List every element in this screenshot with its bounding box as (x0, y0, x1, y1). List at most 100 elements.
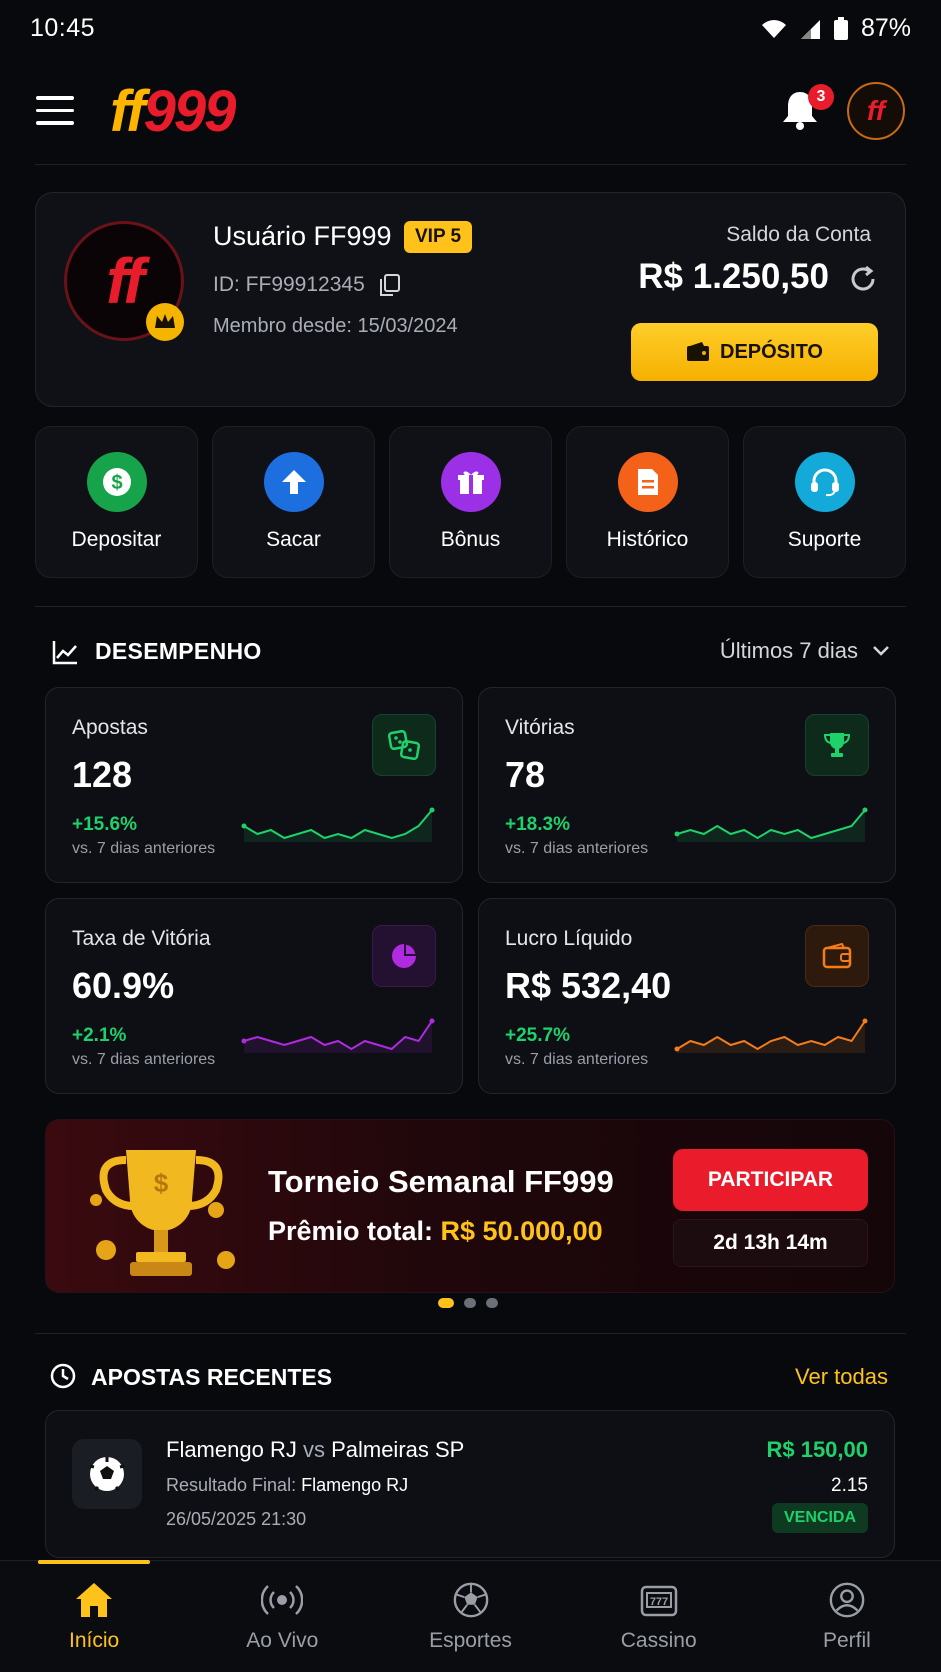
deposit-button-label: DEPÓSITO (720, 340, 823, 363)
deposit-button[interactable]: DEPÓSITO (631, 323, 878, 381)
username: Usuário FF999 (213, 221, 392, 251)
action-label: Sacar (266, 528, 321, 551)
gift-icon (440, 452, 501, 512)
performance-title: DESEMPENHO (95, 638, 262, 664)
headset-icon (794, 452, 855, 512)
clock-icon (50, 1363, 76, 1389)
carousel-dot[interactable] (438, 1298, 454, 1308)
battery-icon (833, 16, 848, 40)
section-divider (35, 1333, 906, 1334)
live-broadcast-icon (261, 1585, 304, 1615)
menu-icon[interactable] (36, 96, 74, 126)
tournament-prize: Prêmio total: R$ 50.000,00 (268, 1216, 603, 1247)
member-since: Membro desde: 15/03/2024 (213, 315, 458, 337)
bet-match: Flamengo RJ vs Palmeiras SP (166, 1437, 464, 1463)
team-home: Flamengo RJ (166, 1437, 297, 1462)
see-all-link[interactable]: Ver todas (795, 1364, 888, 1390)
nav-ao-vivo[interactable]: Ao Vivo (188, 1561, 376, 1672)
stat-card-taxa-vitoria[interactable]: Taxa de Vitória 60.9% +2.1% vs. 7 dias a… (45, 898, 463, 1094)
carousel-dot[interactable] (464, 1298, 476, 1308)
nav-perfil[interactable]: Perfil (753, 1561, 941, 1672)
status-icons: 87% (761, 14, 911, 43)
action-bonus[interactable]: Bônus (389, 426, 552, 578)
result-label: Resultado Final: (166, 1475, 302, 1495)
svg-text:$: $ (154, 1168, 169, 1198)
user-icon (829, 1582, 865, 1618)
nav-label: Início (69, 1629, 120, 1652)
bottom-navigation: Início Ao Vivo Esportes 777 Cassino Perf… (0, 1560, 941, 1672)
sparkline-point (862, 1018, 868, 1024)
action-label: Depositar (71, 528, 162, 551)
stat-card-apostas[interactable]: Apostas 128 +15.6% vs. 7 dias anteriores (45, 687, 463, 883)
slot-machine-icon: 777 (640, 1585, 677, 1617)
brand-logo[interactable]: ff999 (110, 78, 237, 145)
action-label: Bônus (440, 528, 501, 551)
svg-text:$: $ (111, 472, 122, 494)
stat-sparkline (674, 807, 868, 842)
nav-inicio[interactable]: Início (0, 1560, 188, 1672)
logo-ff: ff (110, 79, 146, 144)
nav-esportes[interactable]: Esportes (376, 1561, 564, 1672)
result-value: Flamengo RJ (301, 1475, 409, 1495)
nav-label: Perfil (822, 1629, 871, 1652)
balance-value: R$ 1.250,50 (638, 257, 829, 296)
stat-name: Taxa de Vitória (72, 927, 211, 950)
bet-status-badge: VENCIDA (771, 1503, 868, 1533)
logo-number: 999 (143, 79, 237, 144)
action-historico[interactable]: Histórico (566, 426, 729, 578)
status-time: 10:45 (30, 14, 96, 42)
participate-button[interactable]: PARTICIPAR (673, 1149, 868, 1211)
sparkline-area (244, 810, 432, 842)
pie-chart-icon (372, 925, 436, 987)
document-icon (617, 452, 678, 512)
action-label: Histórico (606, 528, 689, 551)
balance-label: Saldo da Conta (726, 223, 871, 246)
sparkline-point (241, 1038, 247, 1044)
stat-card-vitorias[interactable]: Vitórias 78 +18.3% vs. 7 dias anteriores (478, 687, 896, 883)
bet-item[interactable]: Flamengo RJ vs Palmeiras SP Resultado Fi… (45, 1410, 895, 1558)
profile-card: ff Usuário FF999 VIP 5 ID: FF99912345 Me… (35, 192, 906, 407)
user-avatar[interactable]: ff (847, 82, 905, 140)
profile-avatar-text: ff (106, 245, 145, 317)
period-selector-value: Últimos 7 dias (719, 638, 858, 663)
sparkline-point (674, 831, 680, 837)
trophy-icon (805, 714, 869, 776)
refresh-icon[interactable] (847, 263, 879, 295)
nav-label: Cassino (620, 1629, 697, 1652)
signal-icon (800, 19, 820, 39)
wallet-icon (805, 925, 869, 987)
stat-value: 78 (505, 754, 546, 795)
stat-compare: vs. 7 dias anteriores (505, 840, 649, 857)
soccer-ball-icon (72, 1439, 142, 1509)
stat-compare: vs. 7 dias anteriores (72, 840, 216, 857)
recent-bets-title: APOSTAS RECENTES (91, 1364, 333, 1390)
action-label: Suporte (787, 528, 862, 551)
notifications-button[interactable]: 3 (780, 84, 834, 134)
stat-compare: vs. 7 dias anteriores (72, 1051, 216, 1068)
action-depositar[interactable]: $ Depositar (35, 426, 198, 578)
carousel-dot[interactable] (486, 1298, 498, 1308)
stat-sparkline (241, 1018, 435, 1053)
tournament-banner[interactable]: $ Torneio Semanal FF999 Prêmio total: R$… (45, 1119, 895, 1293)
action-suporte[interactable]: Suporte (743, 426, 906, 578)
wifi-icon (761, 19, 786, 38)
tournament-title: Torneio Semanal FF999 (268, 1164, 614, 1199)
sparkline-point (674, 1046, 680, 1052)
copy-icon[interactable] (379, 273, 401, 297)
stat-card-lucro-liquido[interactable]: Lucro Líquido R$ 532,40 +25.7% vs. 7 dia… (478, 898, 896, 1094)
dice-icon (372, 714, 436, 776)
app-header: ff999 3 ff (0, 74, 941, 164)
recent-bets-header: APOSTAS RECENTES Ver todas (35, 1356, 906, 1400)
arrow-up-icon (263, 452, 324, 512)
stat-change: +18.3% (505, 814, 570, 835)
bet-result: Resultado Final: Flamengo RJ (166, 1475, 408, 1496)
wallet-icon (687, 342, 709, 361)
prize-label: Prêmio total: (268, 1216, 441, 1246)
carousel-dots (438, 1298, 498, 1308)
nav-cassino[interactable]: 777 Cassino (565, 1561, 753, 1672)
user-id: ID: FF99912345 (213, 273, 365, 296)
action-sacar[interactable]: Sacar (212, 426, 375, 578)
section-divider (35, 606, 906, 607)
nav-label: Esportes (429, 1629, 512, 1652)
period-selector[interactable]: Últimos 7 dias (720, 638, 890, 664)
